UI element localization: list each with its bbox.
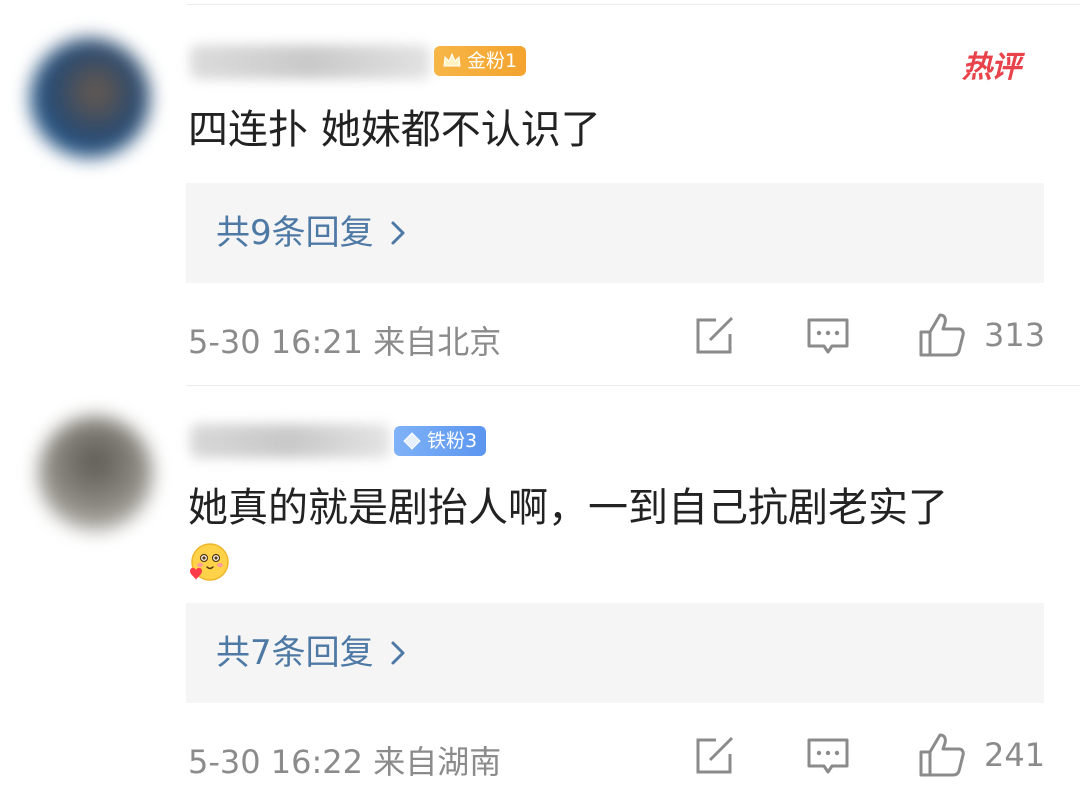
username[interactable] xyxy=(190,45,430,79)
avatar[interactable] xyxy=(38,416,153,531)
reply-button[interactable] xyxy=(806,736,850,778)
edit-share-icon xyxy=(696,316,734,354)
share-button[interactable] xyxy=(692,316,736,356)
badge-label: 金粉1 xyxy=(467,50,518,72)
chevron-right-icon xyxy=(391,641,405,665)
share-button[interactable] xyxy=(692,736,736,776)
badge-label: 铁粉3 xyxy=(427,430,478,452)
like-count: 313 xyxy=(984,316,1046,354)
comment-item: 铁粉3 她真的就是剧抬人啊，一到自己抗剧老实了 共7条回复 5-30 16:22… xyxy=(0,386,1080,788)
like-button[interactable]: 313 xyxy=(918,312,1045,358)
thumbs-up-icon xyxy=(919,733,965,777)
comment-meta: 5-30 16:21 来自北京 xyxy=(188,323,502,361)
diamond-icon xyxy=(403,432,421,450)
view-replies-link[interactable]: 共9条回复 xyxy=(216,183,406,283)
reply-box: 共7条回复 xyxy=(186,603,1044,703)
hot-comment-tag: 热评 xyxy=(962,50,1021,85)
username[interactable] xyxy=(190,424,390,458)
blush-heart-emoji xyxy=(190,543,229,581)
edit-share-icon xyxy=(696,736,734,774)
comment-icon xyxy=(807,318,849,354)
comment-item: 金粉1 热评 四连扑 她妹都不认识了 共9条回复 5-30 16:21 来自北京 xyxy=(0,0,1080,385)
crown-icon xyxy=(443,52,461,67)
chevron-right-icon xyxy=(391,221,405,245)
comment-text: 她真的就是剧抬人啊，一到自己抗剧老实了 xyxy=(188,485,948,531)
reply-count-label: 共9条回复 xyxy=(216,213,374,253)
reply-box: 共9条回复 xyxy=(186,183,1044,283)
avatar[interactable] xyxy=(30,38,150,158)
thumbs-up-icon xyxy=(919,313,965,357)
like-button[interactable]: 241 xyxy=(918,732,1045,778)
fan-badge[interactable]: 金粉1 xyxy=(434,46,527,76)
view-replies-link[interactable]: 共7条回复 xyxy=(216,603,406,703)
reply-count-label: 共7条回复 xyxy=(216,633,374,673)
comment-text: 四连扑 她妹都不认识了 xyxy=(188,107,601,153)
fan-badge[interactable]: 铁粉3 xyxy=(394,426,487,456)
like-count: 241 xyxy=(984,736,1046,774)
comment-meta: 5-30 16:22 来自湖南 xyxy=(188,743,502,781)
reply-button[interactable] xyxy=(806,316,850,358)
comment-icon xyxy=(807,738,849,774)
